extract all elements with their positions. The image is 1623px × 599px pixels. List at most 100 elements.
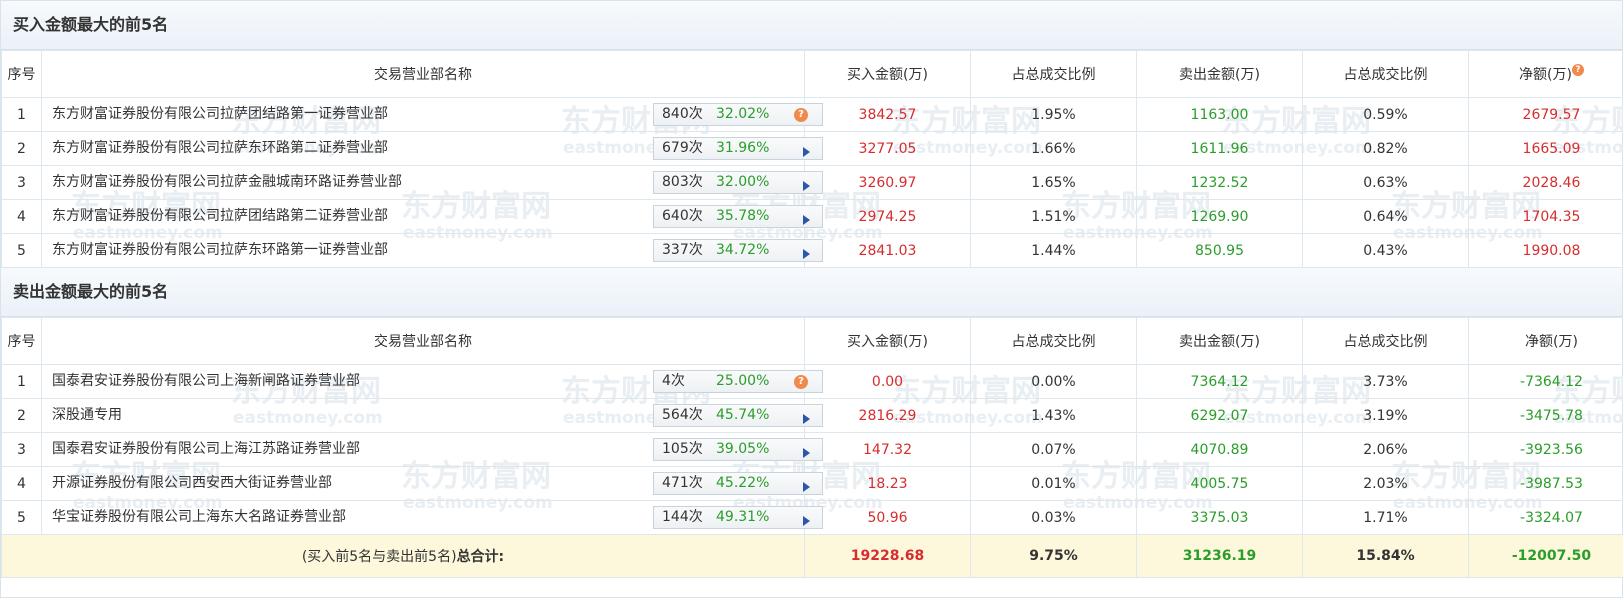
win-rate: 34.72% <box>716 240 769 261</box>
row-no: 2 <box>2 132 42 166</box>
sell-ratio: 2.06% <box>1303 433 1469 467</box>
sell-ratio: 2.03% <box>1303 467 1469 501</box>
question-icon[interactable]: ? <box>1572 64 1584 76</box>
arrow-right-icon[interactable] <box>803 444 810 465</box>
trade-count: 640次 <box>662 206 703 227</box>
sell-table-header: 序号 交易营业部名称 买入金额(万) 占总成交比例 卖出金额(万) 占总成交比例… <box>2 318 1623 365</box>
count-box[interactable]: 840次 32.02%? <box>653 103 823 126</box>
table-row: 5 华宝证券股份有限公司上海东大名路证券营业部 144次 49.31% 50.960.0… <box>2 501 1623 535</box>
win-rate: 32.00% <box>716 172 769 193</box>
net-amount: -3475.78 <box>1469 399 1623 433</box>
count-box[interactable]: 471次45.22% <box>653 472 823 495</box>
header-buy-ratio: 占总成交比例 <box>971 318 1137 365</box>
net-amount: -3987.53 <box>1469 467 1623 501</box>
buy-ratio: 1.44% <box>971 234 1137 268</box>
broker-name[interactable]: 东方财富证券股份有限公司拉萨团结路第二证券营业部 <box>52 200 388 233</box>
table-row: 2东方财富证券股份有限公司拉萨东环路第二证券营业部679次31.96%3277.… <box>2 132 1623 166</box>
sell-amount: 6292.07 <box>1137 399 1303 433</box>
net-amount: -7364.12 <box>1469 365 1623 399</box>
count-box[interactable]: 337次 34.72% <box>653 239 823 262</box>
sell-ratio: 1.71% <box>1303 501 1469 535</box>
broker-name[interactable]: 东方财富证券股份有限公司拉萨金融城南环路证券营业部 <box>52 166 402 199</box>
count-box[interactable]: 564次45.74% <box>653 404 823 427</box>
broker-name[interactable]: 华宝证券股份有限公司上海东大名路证券营业部 <box>52 501 346 534</box>
question-icon[interactable]: ? <box>794 375 808 389</box>
count-box[interactable]: 679次31.96% <box>653 137 823 160</box>
broker-name-cell: 国泰君安证券股份有限公司上海新闸路证券营业部4次25.00%? <box>42 365 805 399</box>
trade-count: 105次 <box>662 439 703 460</box>
broker-name[interactable]: 东方财富证券股份有限公司拉萨东环路第二证券营业部 <box>52 132 388 165</box>
buy-amount: 18.23 <box>805 467 971 501</box>
buy-ratio: 1.66% <box>971 132 1137 166</box>
trade-count: 337次 <box>662 240 703 261</box>
table-row: 3东方财富证券股份有限公司拉萨金融城南环路证券营业部803次32.00%3260… <box>2 166 1623 200</box>
arrow-right-icon[interactable] <box>803 478 810 499</box>
arrow-right-icon[interactable] <box>803 143 810 164</box>
arrow-right-icon[interactable] <box>803 177 810 198</box>
trade-count: 803次 <box>662 172 703 193</box>
header-sell-ratio: 占总成交比例 <box>1303 51 1469 98</box>
trade-count: 144次 <box>662 507 703 528</box>
total-label: (买入前5名与卖出前5名)总合计: <box>2 535 805 578</box>
total-buy: 19228.68 <box>805 535 971 578</box>
broker-name[interactable]: 东方财富证券股份有限公司拉萨团结路第一证券营业部 <box>52 98 388 131</box>
sell-table: 序号 交易营业部名称 买入金额(万) 占总成交比例 卖出金额(万) 占总成交比例… <box>1 317 1623 578</box>
sell-amount: 1269.90 <box>1137 200 1303 234</box>
win-rate: 31.96% <box>716 138 769 159</box>
net-amount: 1665.09 <box>1469 132 1623 166</box>
question-icon[interactable]: ? <box>794 108 808 122</box>
buy-ratio: 0.01% <box>971 467 1137 501</box>
trade-count: 840次 <box>662 104 703 125</box>
arrow-right-icon[interactable] <box>803 512 810 533</box>
buy-ratio: 0.03% <box>971 501 1137 535</box>
sell-amount: 4070.89 <box>1137 433 1303 467</box>
win-rate: 25.00% <box>716 371 769 392</box>
count-box[interactable]: 803次 32.00% <box>653 171 823 194</box>
net-amount: -3324.07 <box>1469 501 1623 535</box>
buy-amount: 147.32 <box>805 433 971 467</box>
broker-name-cell: 东方财富证券股份有限公司拉萨东环路第一证券营业部 337次 34.72% <box>42 234 805 268</box>
win-rate: 32.02% <box>716 104 769 125</box>
trade-count: 564次 <box>662 405 703 426</box>
buy-table: 序号 交易营业部名称 买入金额(万) 占总成交比例 卖出金额(万) 占总成交比例… <box>1 50 1623 268</box>
count-box[interactable]: 4次25.00%? <box>653 370 823 393</box>
broker-name-cell: 开源证券股份有限公司西安西大街证券营业部471次45.22% <box>42 467 805 501</box>
buy-ratio: 1.65% <box>971 166 1137 200</box>
arrow-right-icon[interactable] <box>803 245 810 266</box>
buy-ratio: 1.43% <box>971 399 1137 433</box>
buy-ratio: 1.51% <box>971 200 1137 234</box>
header-no: 序号 <box>2 318 42 365</box>
sell-amount: 1232.52 <box>1137 166 1303 200</box>
row-no: 5 <box>2 501 42 535</box>
win-rate: 45.22% <box>716 473 769 494</box>
count-box[interactable]: 144次 49.31% <box>653 506 823 529</box>
sell-ratio: 0.43% <box>1303 234 1469 268</box>
buy-amount: 50.96 <box>805 501 971 535</box>
buy-ratio: 0.00% <box>971 365 1137 399</box>
broker-name[interactable]: 国泰君安证券股份有限公司上海江苏路证券营业部 <box>52 433 360 466</box>
net-amount: 2679.57 <box>1469 98 1623 132</box>
row-no: 4 <box>2 200 42 234</box>
count-box[interactable]: 105次39.05% <box>653 438 823 461</box>
broker-name[interactable]: 深股通专用 <box>52 399 122 432</box>
broker-name[interactable]: 东方财富证券股份有限公司拉萨东环路第一证券营业部 <box>52 234 388 267</box>
broker-name[interactable]: 国泰君安证券股份有限公司上海新闸路证券营业部 <box>52 365 360 398</box>
net-amount: -3923.56 <box>1469 433 1623 467</box>
sell-amount: 3375.03 <box>1137 501 1303 535</box>
table-row: 5东方财富证券股份有限公司拉萨东环路第一证券营业部337次34.72%2841.… <box>2 234 1623 268</box>
buy-amount: 2841.03 <box>805 234 971 268</box>
sell-section-title: 卖出金额最大的前5名 <box>1 268 1622 317</box>
count-box[interactable]: 640次35.78% <box>653 205 823 228</box>
buy-amount: 3842.57 <box>805 98 971 132</box>
buy-amount: 2816.29 <box>805 399 971 433</box>
sell-ratio: 0.63% <box>1303 166 1469 200</box>
row-no: 3 <box>2 433 42 467</box>
arrow-right-icon[interactable] <box>803 410 810 431</box>
broker-name[interactable]: 开源证券股份有限公司西安西大街证券营业部 <box>52 467 332 500</box>
arrow-right-icon[interactable] <box>803 211 810 232</box>
row-no: 4 <box>2 467 42 501</box>
header-name: 交易营业部名称 <box>42 51 805 98</box>
net-amount: 1704.35 <box>1469 200 1623 234</box>
header-no: 序号 <box>2 51 42 98</box>
win-rate: 49.31% <box>716 507 769 528</box>
